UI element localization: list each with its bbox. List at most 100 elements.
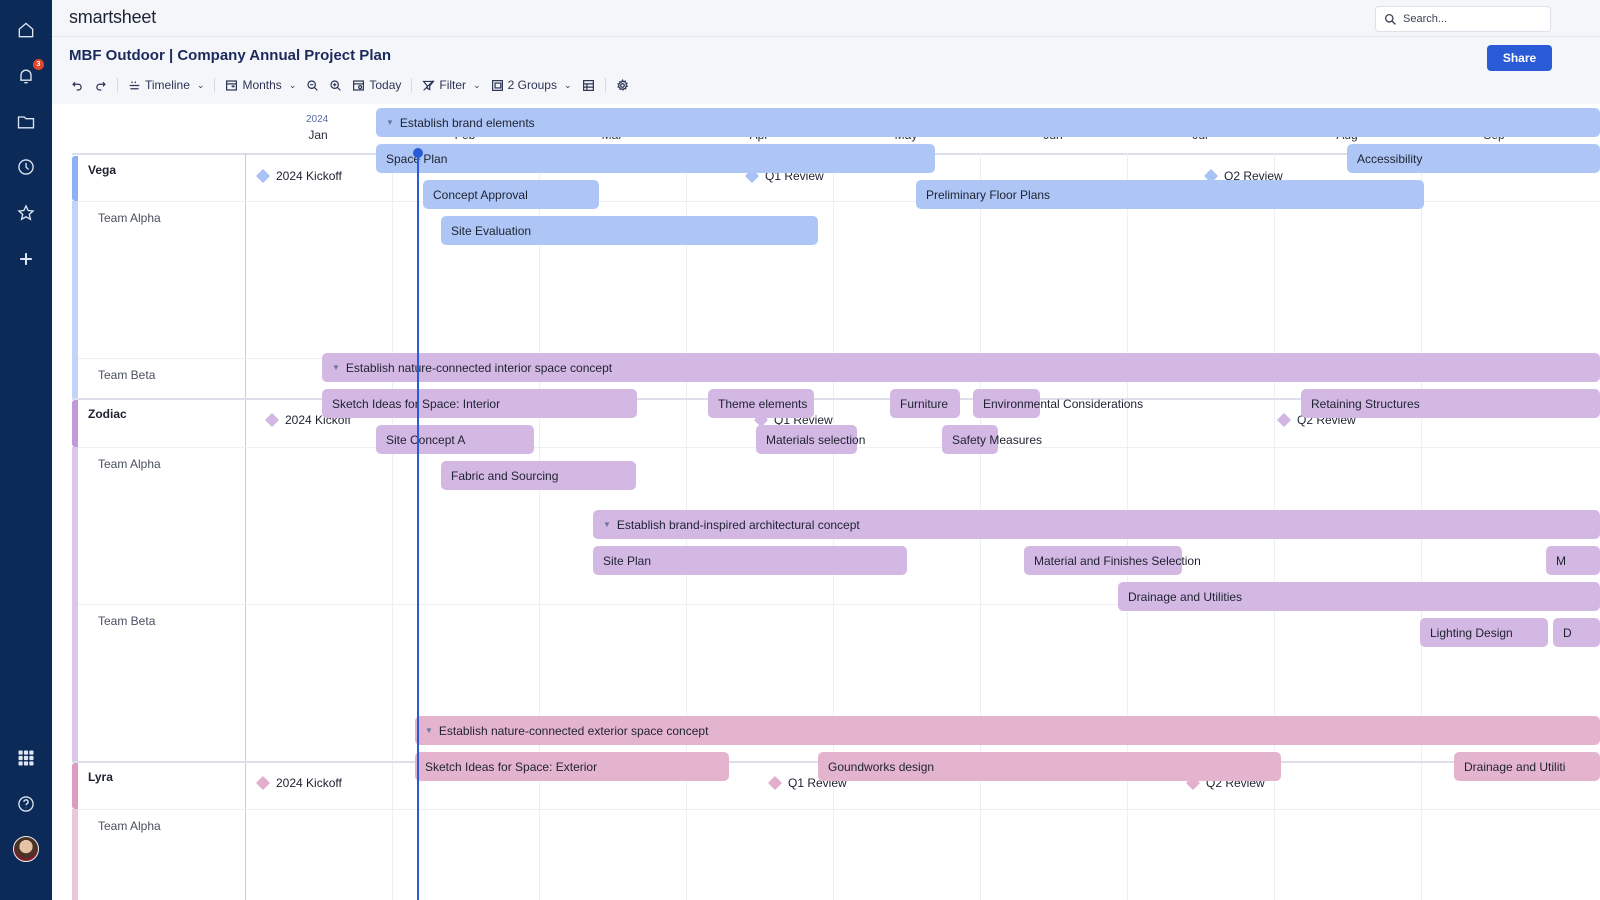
scale-selector[interactable]: Months ⌄ — [220, 74, 301, 96]
zoom-out-button[interactable] — [301, 74, 324, 96]
grid-layout-button[interactable] — [577, 74, 600, 96]
task-bar[interactable]: Fabric and Sourcing — [441, 461, 636, 490]
task-bar[interactable]: M — [1546, 546, 1600, 575]
task-bar[interactable]: Preliminary Floor Plans — [916, 180, 1424, 209]
milestone-label: 2024 Kickoff — [276, 169, 342, 183]
milestone[interactable]: 2024 Kickoff — [255, 775, 342, 791]
task-bar[interactable]: Theme elements — [708, 389, 814, 418]
help-icon[interactable] — [14, 792, 38, 816]
month-gridline — [539, 153, 540, 900]
task-bar[interactable]: D — [1553, 618, 1600, 647]
summary-task-bar[interactable]: ▼ Establish nature-connected exterior spa… — [415, 716, 1600, 745]
redo-button[interactable] — [89, 74, 112, 96]
view-label: Timeline — [145, 78, 190, 92]
milestone-diamond-icon — [1276, 412, 1292, 428]
task-label: M — [1556, 553, 1566, 568]
summary-task-bar[interactable]: ▼ Establish brand elements — [376, 108, 1600, 137]
settings-button[interactable] — [611, 74, 634, 96]
apps-grid-icon[interactable] — [14, 746, 38, 770]
home-icon[interactable] — [14, 18, 38, 42]
clock-icon[interactable] — [14, 155, 38, 179]
undo-icon — [72, 81, 82, 91]
top-bar: smartsheet — [52, 0, 1600, 37]
task-label: Environmental Considerations — [983, 396, 1144, 411]
task-label: Drainage and Utiliti — [1464, 759, 1566, 774]
team-label: Team Alpha — [98, 819, 161, 833]
group-icon — [491, 79, 503, 91]
task-bar[interactable]: Site Evaluation — [441, 216, 818, 245]
task-bar[interactable]: Safety Measures — [942, 425, 1042, 454]
milestone-diamond-icon — [264, 412, 280, 428]
task-label: Lighting Design — [1430, 625, 1513, 640]
chevron-down-icon: ⌄ — [563, 79, 572, 90]
timeline-canvas: 2024 JanFebMarAprMayJunJulAugSep Vega202… — [52, 104, 1600, 900]
collapse-caret-icon[interactable]: ▼ — [332, 363, 340, 372]
task-bar[interactable]: Site Concept A — [376, 425, 534, 454]
task-label: Establish brand-inspired architectural c… — [616, 517, 860, 532]
group-label: Lyra — [88, 770, 113, 784]
summary-task-bar[interactable]: ▼ Establish brand-inspired architectural … — [593, 510, 1600, 539]
task-label: Theme elements — [718, 396, 808, 411]
task-bar[interactable]: Furniture — [890, 389, 960, 418]
summary-task-bar[interactable]: ▼ Establish nature-connected interior spa… — [322, 353, 1600, 382]
group-color-bar — [72, 763, 78, 809]
task-bar[interactable]: Drainage and Utiliti — [1454, 752, 1600, 781]
milestone-diamond-icon — [255, 168, 271, 184]
share-button[interactable]: Share — [1487, 45, 1552, 71]
task-label: Establish brand elements — [399, 115, 535, 130]
view-toolbar: Timeline ⌄ Months ⌄ Today Filter ⌄ 2 Gro… — [66, 74, 634, 96]
filter-icon — [422, 79, 436, 91]
task-bar[interactable]: Environmental Considerations — [973, 389, 1143, 418]
task-bar[interactable]: Drainage and Utilities — [1118, 582, 1600, 611]
task-bar[interactable]: Site Plan — [593, 546, 907, 575]
smartsheet-logo: smartsheet — [69, 7, 157, 27]
team-label: Team Beta — [98, 614, 156, 628]
search-box[interactable] — [1375, 6, 1551, 32]
user-avatar[interactable] — [13, 836, 39, 862]
milestone[interactable]: 2024 Kickoff — [255, 168, 342, 184]
task-bar[interactable]: Goundworks design — [818, 752, 1281, 781]
task-bar[interactable]: Sketch Ideas for Space: Interior — [322, 389, 637, 418]
task-label: Accessibility — [1357, 151, 1423, 166]
zoom-out-icon — [307, 79, 319, 91]
task-bar[interactable]: Accessibility — [1347, 144, 1600, 173]
task-bar[interactable]: Lighting Design — [1420, 618, 1548, 647]
bell-icon[interactable]: 3 — [14, 59, 44, 88]
label-column-divider — [245, 153, 246, 900]
task-label: Goundworks design — [828, 759, 935, 774]
task-label: Establish nature-connected interior spac… — [345, 360, 613, 375]
task-bar[interactable]: Retaining Structures — [1301, 389, 1600, 418]
today-marker-handle[interactable] — [413, 148, 423, 158]
zoom-in-button[interactable] — [324, 74, 347, 96]
task-bar[interactable]: Concept Approval — [423, 180, 599, 209]
task-bar[interactable]: Material and Finishes Selection — [1024, 546, 1201, 575]
today-button[interactable]: Today — [347, 74, 406, 96]
task-bar[interactable]: Materials selection — [756, 425, 865, 454]
collapse-caret-icon[interactable]: ▼ — [603, 520, 611, 529]
folder-icon[interactable] — [14, 110, 38, 134]
chevron-down-icon: ⌄ — [288, 79, 297, 90]
task-label: Preliminary Floor Plans — [926, 187, 1051, 202]
gear-icon — [616, 78, 628, 91]
groups-button[interactable]: 2 Groups ⌄ — [486, 74, 577, 96]
filter-label: Filter — [439, 78, 467, 92]
calendar-scale-icon — [226, 79, 238, 91]
task-bar[interactable]: Sketch Ideas for Space: Exterior — [415, 752, 729, 781]
collapse-caret-icon[interactable]: ▼ — [425, 726, 433, 735]
group-label: Vega — [88, 163, 117, 177]
view-selector[interactable]: Timeline ⌄ — [123, 74, 209, 96]
task-label: Drainage and Utilities — [1128, 589, 1243, 604]
milestone-diamond-icon — [767, 775, 783, 791]
filter-button[interactable]: Filter ⌄ — [417, 74, 485, 96]
undo-button[interactable] — [66, 74, 89, 96]
task-bar[interactable]: Space Plan — [376, 144, 935, 173]
toolbar-divider — [604, 78, 606, 92]
search-input[interactable] — [1403, 13, 1543, 25]
collapse-caret-icon[interactable]: ▼ — [386, 118, 394, 127]
team-label: Team Beta — [98, 368, 156, 382]
star-icon[interactable] — [14, 201, 38, 225]
plus-icon[interactable] — [14, 247, 38, 271]
task-label: Site Plan — [603, 553, 652, 568]
today-label: Today — [369, 78, 402, 92]
milestone-diamond-icon — [255, 775, 271, 791]
